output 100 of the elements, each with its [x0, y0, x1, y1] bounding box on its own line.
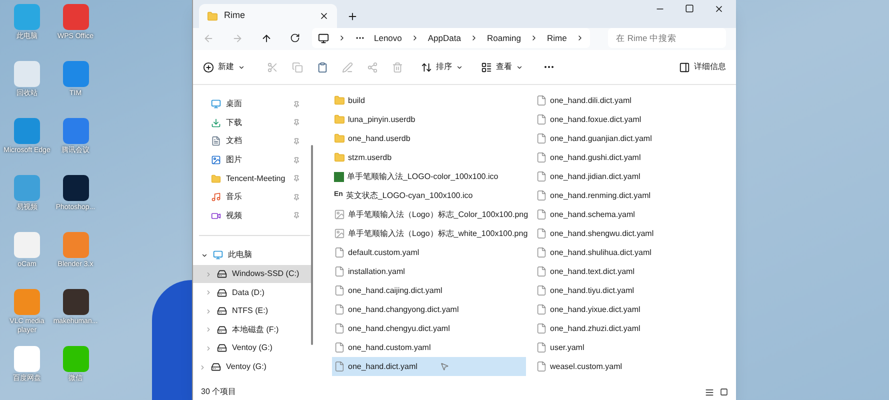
file-item[interactable]: default.custom.yaml [332, 243, 526, 262]
file-icon [334, 285, 345, 296]
app-icon[interactable] [62, 289, 88, 315]
nav-item[interactable]: Windows-SSD (C:) [193, 264, 312, 284]
file-item[interactable]: 单手笔顺输入法（Logo）标志_white_100x100.png [332, 224, 526, 243]
window-tab[interactable]: Rime [199, 4, 337, 28]
sort-icon [421, 62, 432, 72]
nav-item[interactable]: 文档 [193, 132, 316, 151]
file-item[interactable]: one_hand.shulihua.dict.yaml [534, 243, 728, 262]
nav-item[interactable]: 视频 [193, 206, 316, 226]
file-icon [536, 323, 547, 334]
expand-icon [205, 270, 212, 278]
file-item[interactable]: one_hand.custom.yaml [332, 338, 526, 357]
file-icon [536, 266, 547, 277]
tab-title: Rime [224, 9, 246, 22]
file-item[interactable]: one_hand.gushi.dict.yaml [534, 148, 728, 167]
file-item[interactable]: one_hand.chengyu.dict.yaml [332, 319, 526, 338]
breadcrumb-item[interactable]: AppData [428, 32, 461, 44]
pin-icon [293, 212, 300, 220]
file-item[interactable]: one_hand.zhuzi.dict.yaml [534, 319, 728, 338]
breadcrumb-item[interactable]: Lenovo [374, 32, 402, 44]
expand-icon [205, 289, 212, 296]
drive-icon [217, 343, 227, 354]
share-icon[interactable] [367, 62, 378, 72]
new-tab-icon[interactable] [347, 11, 358, 22]
download-icon [211, 118, 221, 128]
nav-item[interactable]: 下载 [193, 114, 316, 132]
cut-icon[interactable] [267, 62, 278, 72]
back-icon[interactable] [203, 32, 214, 44]
file-icon [536, 114, 547, 125]
nav-item[interactable]: 音乐 [193, 188, 316, 207]
file-item[interactable]: 单手笔顺输入法（Logo）标志_Color_100x100.png [332, 205, 526, 224]
file-item[interactable]: build [332, 91, 526, 110]
toolbar-button[interactable]: 查看 [481, 61, 523, 73]
rename-icon[interactable] [342, 62, 353, 72]
file-icon [334, 266, 345, 277]
file-item[interactable]: one_hand.guanjian.dict.yaml [534, 129, 728, 148]
image-file-icon [334, 209, 345, 220]
pin-icon [293, 119, 300, 126]
image-file-icon [334, 228, 345, 239]
file-item[interactable]: one_hand.foxue.dict.yaml [534, 110, 728, 129]
cursor-icon [440, 362, 450, 371]
file-item[interactable]: one_hand.caijing.dict.yaml [332, 281, 526, 300]
file-item[interactable]: one_hand.changyong.dict.yaml [332, 300, 526, 319]
file-item[interactable]: weasel.custom.yaml [534, 357, 728, 376]
delete-icon[interactable] [392, 62, 403, 72]
folder-icon [334, 95, 345, 106]
nav-item[interactable]: Tencent-Meeting [193, 169, 316, 188]
drive-icon [211, 362, 221, 372]
toolbar-button[interactable]: 排序 [421, 61, 463, 73]
picture-icon [211, 155, 221, 166]
nav-item[interactable]: 本地磁盘 (F:) [193, 320, 312, 340]
copy-icon[interactable] [292, 62, 303, 72]
file-item[interactable]: installation.yaml [332, 262, 526, 281]
details-view-icon[interactable] [705, 388, 714, 396]
file-item[interactable]: stzm.userdb [332, 148, 526, 167]
file-icon [536, 190, 547, 201]
file-icon [536, 95, 547, 106]
drive-icon [217, 306, 227, 316]
forward-icon[interactable] [232, 32, 243, 44]
details-button[interactable]: 详细信息 [679, 61, 726, 73]
close-icon[interactable] [714, 4, 724, 14]
close-icon[interactable] [319, 11, 329, 21]
file-item[interactable]: one_hand.jidian.dict.yaml [534, 167, 728, 186]
toolbar-button[interactable]: 新建 [203, 61, 245, 73]
file-item[interactable]: one_hand.schema.yaml [534, 205, 728, 224]
breadcrumb-item[interactable]: Rime [547, 32, 567, 44]
maximize-icon[interactable] [685, 4, 694, 13]
nav-item[interactable]: Ventoy (G:) [193, 358, 316, 376]
nav-item[interactable]: 桌面 [193, 95, 316, 114]
refresh-icon[interactable] [290, 33, 300, 43]
chevron-icon [338, 34, 346, 42]
nav-item[interactable]: 图片 [193, 150, 316, 170]
file-item[interactable]: user.yaml [534, 338, 728, 357]
up-icon[interactable] [261, 32, 272, 44]
file-item[interactable]: one_hand.tiyu.dict.yaml [534, 281, 728, 300]
file-item[interactable]: one_hand.text.dict.yaml [534, 262, 728, 281]
search-field[interactable]: 在 Rime 中搜索 [608, 28, 726, 48]
expand-icon [205, 344, 212, 352]
file-item[interactable]: one_hand.renming.dict.yaml [534, 186, 728, 205]
file-item[interactable]: 单手笔顺输入法_LOGO-color_100x100.ico [332, 167, 526, 186]
file-item[interactable]: one_hand.shengwu.dict.yaml [534, 224, 728, 243]
tiles-view-icon[interactable] [720, 388, 728, 396]
nav-item[interactable]: 此电脑 [193, 246, 316, 265]
file-item[interactable]: one_hand.dict.yaml [332, 357, 526, 376]
drive-icon [217, 269, 227, 280]
nav-item[interactable]: Data (D:) [193, 283, 312, 302]
address-bar[interactable]: Lenovo AppData Roaming Rime [312, 28, 590, 48]
paste-icon[interactable] [317, 62, 328, 72]
app-icon[interactable] [62, 175, 88, 201]
file-item[interactable]: one_hand.yixue.dict.yaml [534, 300, 728, 319]
nav-item[interactable]: Ventoy (G:) [193, 339, 312, 358]
file-item[interactable]: luna_pinyin.userdb [332, 110, 526, 129]
file-icon [536, 171, 547, 182]
file-icon [334, 361, 345, 372]
breadcrumb-item[interactable]: Roaming [486, 32, 522, 44]
file-item[interactable]: one_hand.dili.dict.yaml [534, 91, 728, 110]
file-item[interactable]: one_hand.userdb [332, 129, 526, 148]
expand-icon [199, 364, 206, 371]
nav-item[interactable]: NTFS (E:) [193, 302, 312, 321]
